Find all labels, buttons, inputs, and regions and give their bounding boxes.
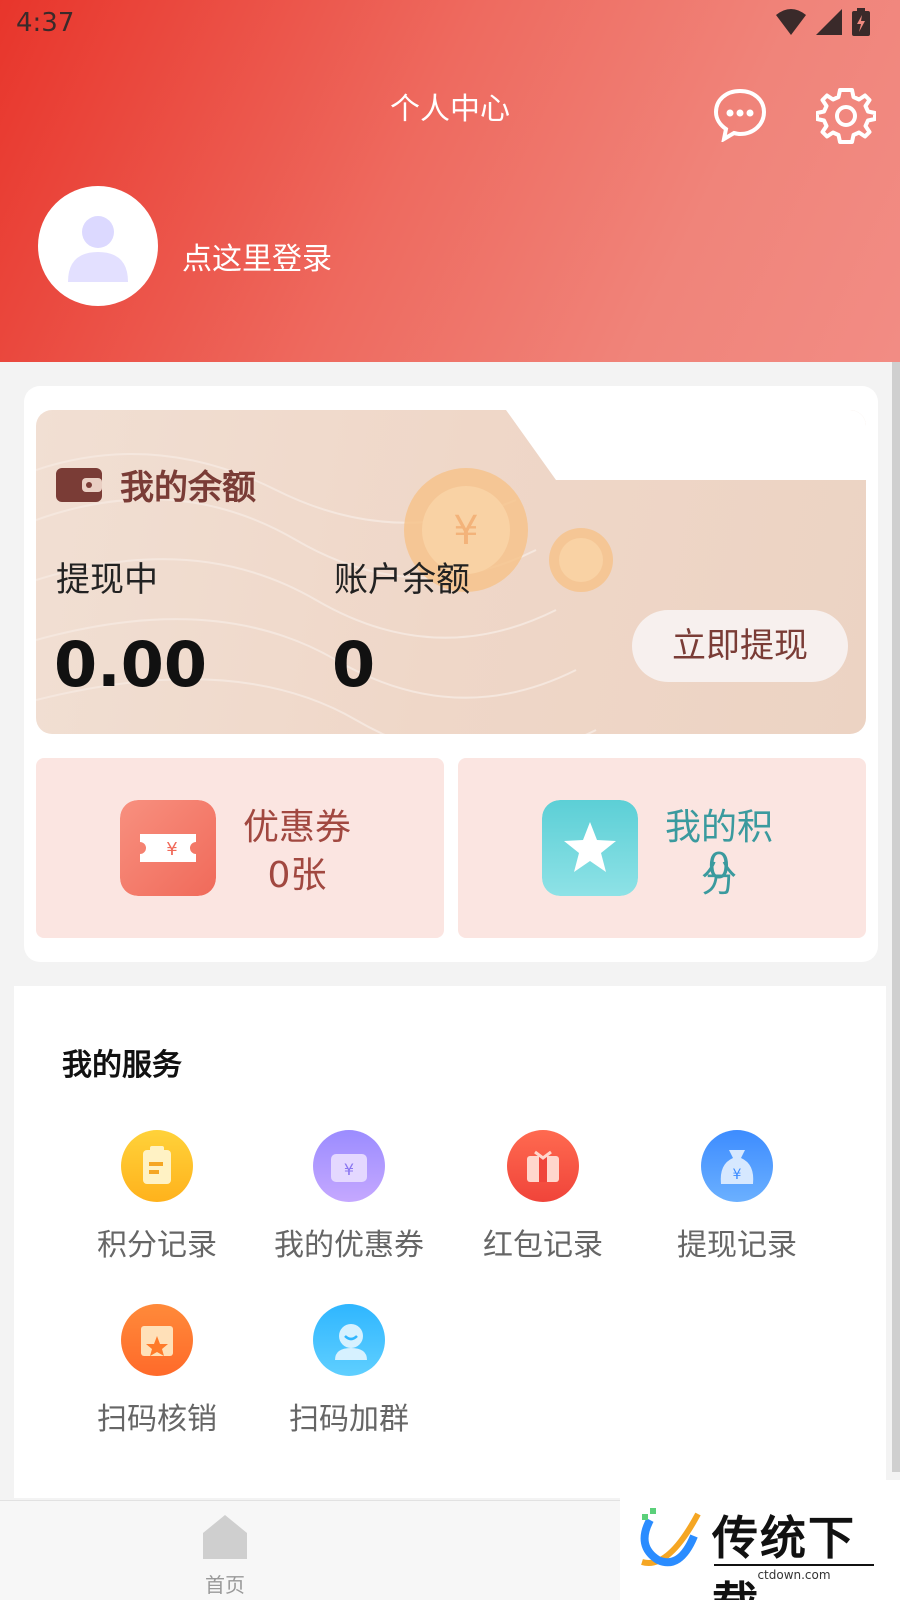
coupons-title: 优惠券 [242,807,351,848]
nav-home[interactable]: 首页 [190,1511,260,1598]
watermark-subtext: ctdown.com [714,1564,874,1582]
watermark: 传统下载 ctdown.com [620,1480,900,1600]
login-link[interactable]: 点这里登录 [182,234,332,278]
service-label: 扫码核销 [97,1402,217,1437]
service-my-coupons[interactable]: ¥ 我的优惠券 [254,1130,444,1264]
points-card[interactable]: 我的积分 0 [458,758,866,938]
watermark-logo [640,1508,701,1567]
withdraw-button[interactable]: 立即提现 [632,610,848,682]
coupons-card[interactable]: ¥ 优惠券 0张 [36,758,444,938]
gift-icon [507,1130,579,1202]
service-scan-join-group[interactable]: 扫码加群 [254,1304,444,1438]
user-placeholder-icon [68,216,128,282]
message-icon[interactable] [712,86,768,142]
svg-text:¥: ¥ [733,1167,742,1183]
clipboard-icon [121,1130,193,1202]
service-scan-verify[interactable]: 扫码核销 [62,1304,252,1438]
coupon-ticket-icon: ¥ [120,800,216,896]
svg-text:¥: ¥ [344,1160,354,1179]
services-title: 我的服务 [62,1048,182,1083]
wallet-section: ¥ 我的余额 提现中 账户余额 0.00 0 立即提现 ¥ 优惠券 0张 我的积… [24,386,878,962]
profile-header: 4:37 个人中心 点这里登录 [0,0,900,362]
home-icon [203,1515,247,1559]
withdrawing-value: 0.00 [54,628,207,701]
battery-icon [852,8,870,36]
service-points-record[interactable]: 积分记录 [62,1130,252,1264]
account-balance-label: 账户余额 [334,560,470,600]
svg-text:¥: ¥ [453,508,478,554]
star-icon [542,800,638,896]
service-label: 提现记录 [677,1228,797,1263]
group-icon [313,1304,385,1376]
withdrawing-label: 提现中 [56,560,158,600]
service-label: 红包记录 [483,1228,603,1263]
service-withdraw-record[interactable]: ¥ 提现记录 [642,1130,832,1264]
svg-text:¥: ¥ [166,839,177,860]
nav-home-label: 首页 [205,1573,245,1597]
status-bar: 4:37 [0,0,900,50]
service-label: 我的优惠券 [274,1228,424,1263]
service-label: 积分记录 [97,1228,217,1263]
points-value: 0 [707,846,731,887]
service-label: 扫码加群 [289,1402,409,1437]
wifi-icon [776,9,806,35]
moneybag-icon: ¥ [701,1130,773,1202]
scrollbar[interactable] [892,362,900,1472]
coupons-value: 0张 [267,855,327,896]
service-red-packet-record[interactable]: 红包记录 [448,1130,638,1264]
status-time: 4:37 [16,8,75,38]
balance-card: ¥ 我的余额 提现中 账户余额 0.00 0 立即提现 [36,410,866,734]
signal-icon [816,9,842,35]
ticket-star-icon [121,1304,193,1376]
wallet-icon [56,468,102,502]
gear-icon[interactable] [816,86,876,146]
coupon-icon: ¥ [313,1130,385,1202]
watermark-text: 传统下载 [712,1511,856,1600]
balance-title: 我的余额 [120,468,256,508]
services-section: 我的服务 积分记录 ¥ 我的优惠券 红包记录 ¥ 提现记录 扫码核销 扫码加群 [14,986,886,1498]
account-balance-value: 0 [332,628,376,701]
avatar[interactable] [38,186,158,306]
status-icons [776,8,870,36]
